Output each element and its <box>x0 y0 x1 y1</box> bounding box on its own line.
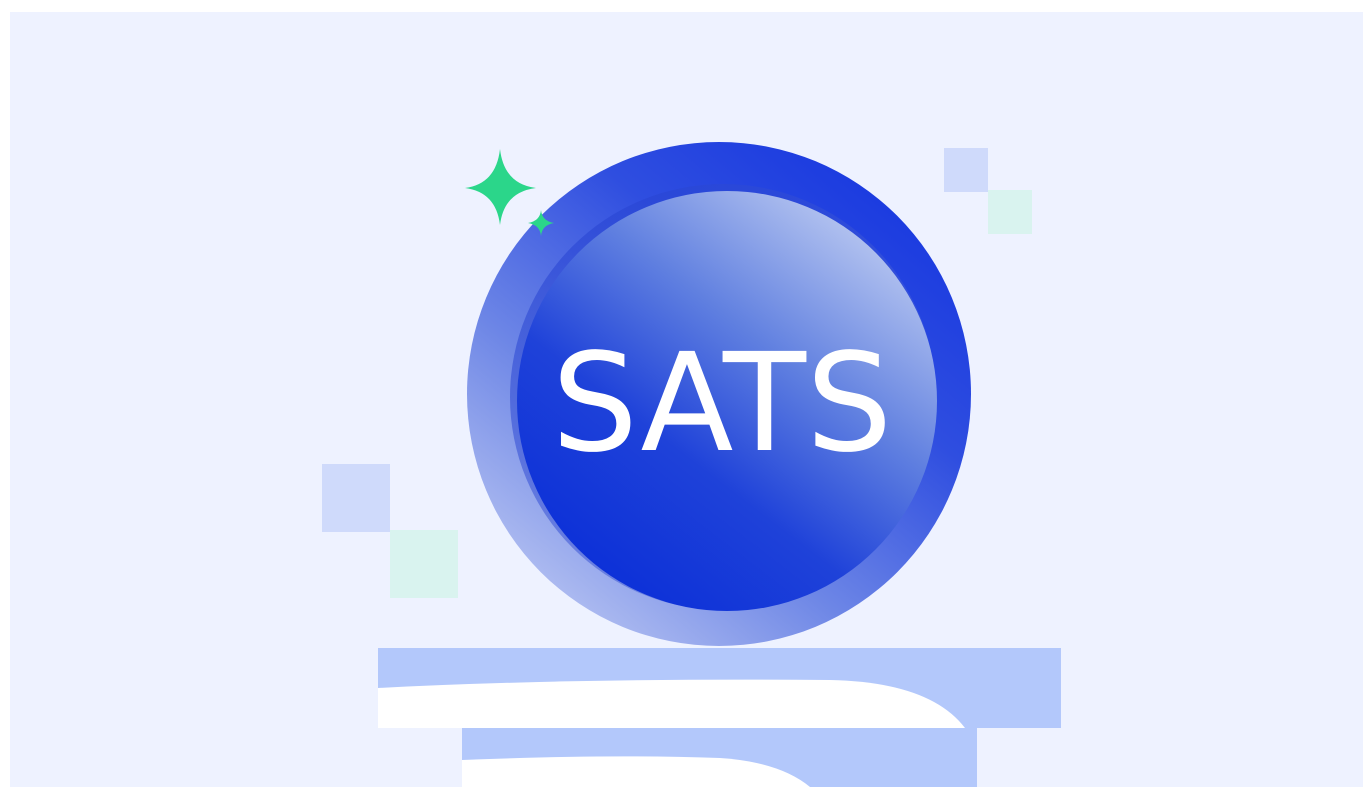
sparkle-icon-large <box>465 149 536 225</box>
deco-square-blue-top <box>944 148 988 192</box>
pedestal <box>378 648 1061 787</box>
banner-illustration: SATS <box>10 12 1363 787</box>
sparkle-icon <box>465 149 554 236</box>
deco-square-blue-left <box>322 464 390 532</box>
sats-coin-illustration: SATS <box>322 142 1061 787</box>
deco-square-mint-left <box>390 530 458 598</box>
coin-label: SATS <box>552 325 893 483</box>
pedestal-top-highlight <box>378 679 965 728</box>
deco-square-mint-top <box>988 190 1032 234</box>
